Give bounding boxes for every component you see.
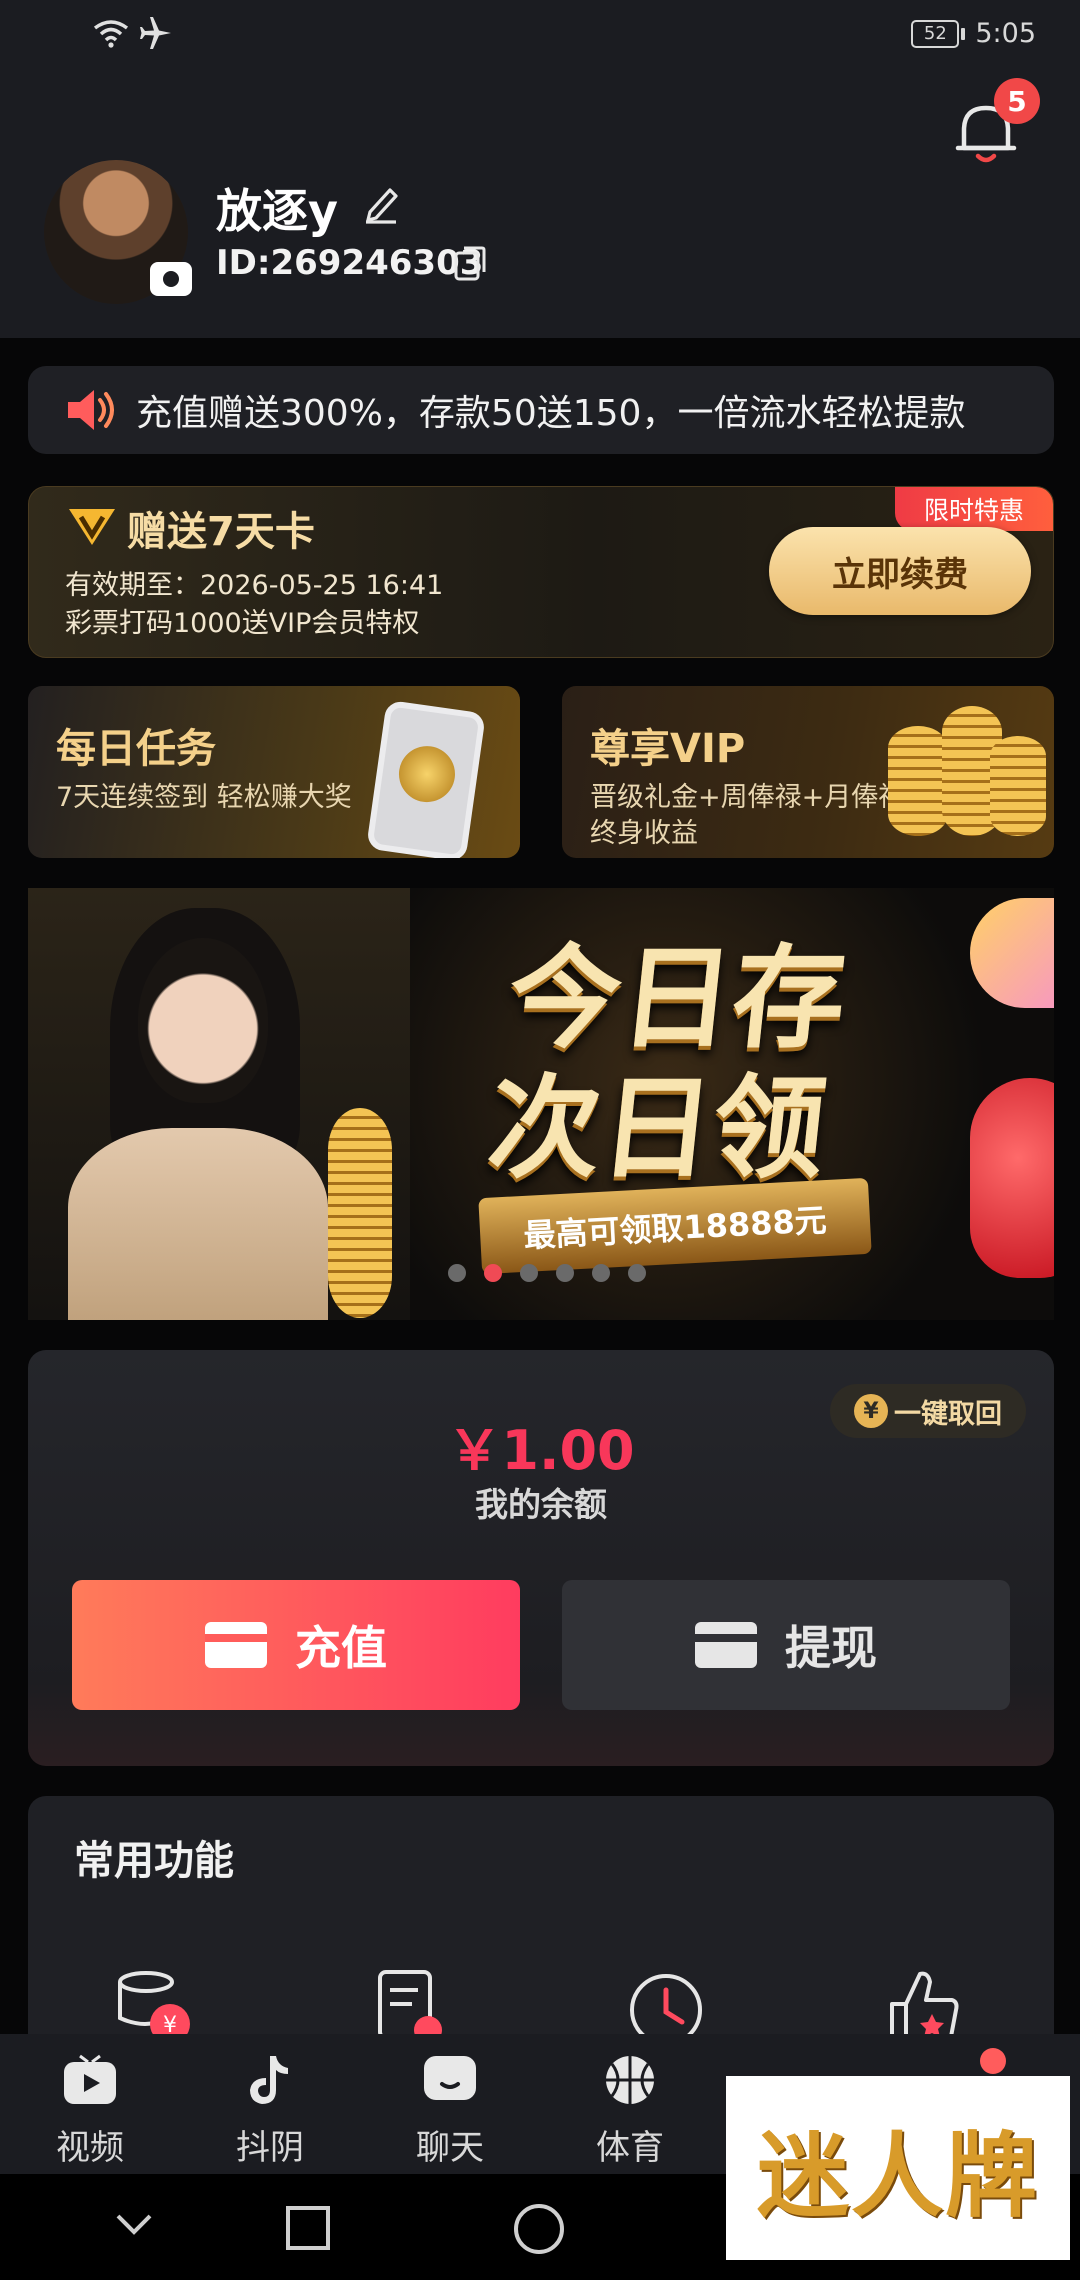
camera-icon[interactable] [150, 262, 192, 296]
daily-task-subtitle: 7天连续签到 轻松赚大奖 [56, 782, 352, 813]
carousel-dot[interactable] [628, 1264, 646, 1282]
notification-badge[interactable]: 5 [994, 78, 1040, 124]
wallet-panel: ¥ 一键取回 ￥1.00 我的余额 充值 提现 [28, 1350, 1054, 1766]
functions-title: 常用功能 [74, 1838, 234, 1884]
vip-diamond-icon [69, 509, 115, 545]
tab-chat[interactable]: 聊天 [390, 2052, 510, 2169]
airplane-icon [140, 17, 171, 49]
battery-tip [961, 27, 966, 40]
watermark-text: 迷人牌 [756, 2122, 1039, 2230]
carousel-dots[interactable] [448, 1264, 646, 1282]
balance-amount: ￥1.00 [447, 1419, 635, 1482]
user-id: ID:269246303 [216, 243, 484, 283]
wallet-icon [205, 1622, 267, 1668]
vip-title: 赠送7天卡 [127, 509, 315, 555]
watermark: 迷人牌 [726, 2076, 1070, 2260]
tab-video[interactable]: 视频 [30, 2052, 150, 2169]
banner-line2: 次日领 [482, 1064, 832, 1194]
vip-privilege-line1: 晋级礼金+周俸禄+月俸禄 [590, 782, 906, 813]
carousel-dot[interactable] [592, 1264, 610, 1282]
limited-offer-tag: 限时特惠 [895, 487, 1053, 531]
carousel-dot-active[interactable] [484, 1264, 502, 1282]
notice-text: 充值赠送300%，存款50送150，一倍流水轻松提款 [136, 393, 966, 434]
tab-douyin-label: 抖阴 [236, 2128, 304, 2168]
vip-privilege-line2: 终身收益 [590, 818, 698, 849]
tab-notification-dot [980, 2048, 1006, 2074]
chat-bubble-icon [970, 898, 1054, 1008]
promo-banner[interactable]: 今日存 次日领 最高可领取18888元 [28, 888, 1054, 1320]
carousel-dot[interactable] [520, 1264, 538, 1282]
banner-headline-area: 今日存 次日领 最高可领取18888元 [410, 888, 1054, 1320]
balance-label: 我的余额 [475, 1485, 607, 1524]
chat-icon [424, 2056, 476, 2100]
carousel-dot[interactable] [556, 1264, 574, 1282]
tab-chat-label: 聊天 [416, 2128, 484, 2168]
status-icons [92, 16, 174, 50]
tab-sports-label: 体育 [596, 2128, 664, 2168]
battery-level: 52 [911, 19, 960, 48]
vip-privilege-title: 尊享VIP [590, 726, 746, 772]
vip-expiry: 有效期至：2026-05-25 16:41 [65, 570, 444, 601]
renew-button[interactable]: 立即续费 [769, 527, 1031, 615]
card-icon [695, 1622, 757, 1668]
recent-apps-button[interactable] [286, 2206, 330, 2250]
tiktok-icon [250, 2056, 288, 2104]
home-button[interactable] [514, 2204, 564, 2254]
daily-task-card[interactable]: 每日任务 7天连续签到 轻松赚大奖 [28, 686, 520, 858]
recharge-label: 充值 [295, 1621, 387, 1675]
username: 放逐y [216, 184, 338, 238]
edit-icon[interactable] [362, 182, 400, 224]
coin-stack-icon [888, 726, 948, 836]
vip-description: 彩票打码1000送VIP会员特权 [65, 608, 420, 639]
carousel-dot[interactable] [448, 1264, 466, 1282]
red-bag-icon [970, 1078, 1054, 1278]
vip-privilege-card[interactable]: 尊享VIP 晋级礼金+周俸禄+月俸禄 终身收益 [562, 686, 1054, 858]
recharge-button[interactable]: 充值 [72, 1580, 520, 1710]
withdraw-label: 提现 [785, 1621, 877, 1675]
tab-video-label: 视频 [56, 2128, 124, 2168]
vip-privilege-subtitle: 晋级礼金+周俸禄+月俸禄 终身收益 [590, 780, 905, 852]
tab-sports[interactable]: 体育 [570, 2052, 690, 2169]
tab-douyin[interactable]: 抖阴 [210, 2052, 330, 2169]
copy-icon[interactable] [452, 244, 488, 282]
withdraw-button[interactable]: 提现 [562, 1580, 1010, 1710]
common-functions: 常用功能 ¥ [28, 1796, 1054, 2056]
notice-marquee[interactable]: 充值赠送300%，存款50送150，一倍流水轻松提款 [28, 366, 1054, 454]
daily-task-title: 每日任务 [56, 726, 216, 772]
model-dress [68, 1128, 328, 1320]
basketball-icon [606, 2056, 654, 2104]
model-face [138, 938, 268, 1103]
status-right: 52 5:05 [911, 18, 1036, 49]
profile-header: 52 5:05 5 放逐y ID:269246303 [0, 0, 1080, 338]
speaker-icon [68, 390, 114, 430]
tv-icon [64, 2054, 116, 2104]
wifi-icon [93, 20, 129, 48]
banner-model-image [28, 888, 410, 1320]
phone-coin-icon [366, 699, 486, 858]
vip-card[interactable]: 限时特惠 赠送7天卡 有效期至：2026-05-25 16:41 彩票打码100… [28, 486, 1054, 658]
coin-stack-icon [328, 1108, 392, 1318]
app-screen: 52 5:05 5 放逐y ID:269246303 充值赠送300%，存款50… [0, 0, 1080, 2280]
chevron-down-icon[interactable] [114, 2204, 154, 2244]
status-time: 5:05 [975, 18, 1036, 49]
coin-stack-icon [990, 736, 1046, 836]
battery-icon: 52 [911, 19, 966, 48]
